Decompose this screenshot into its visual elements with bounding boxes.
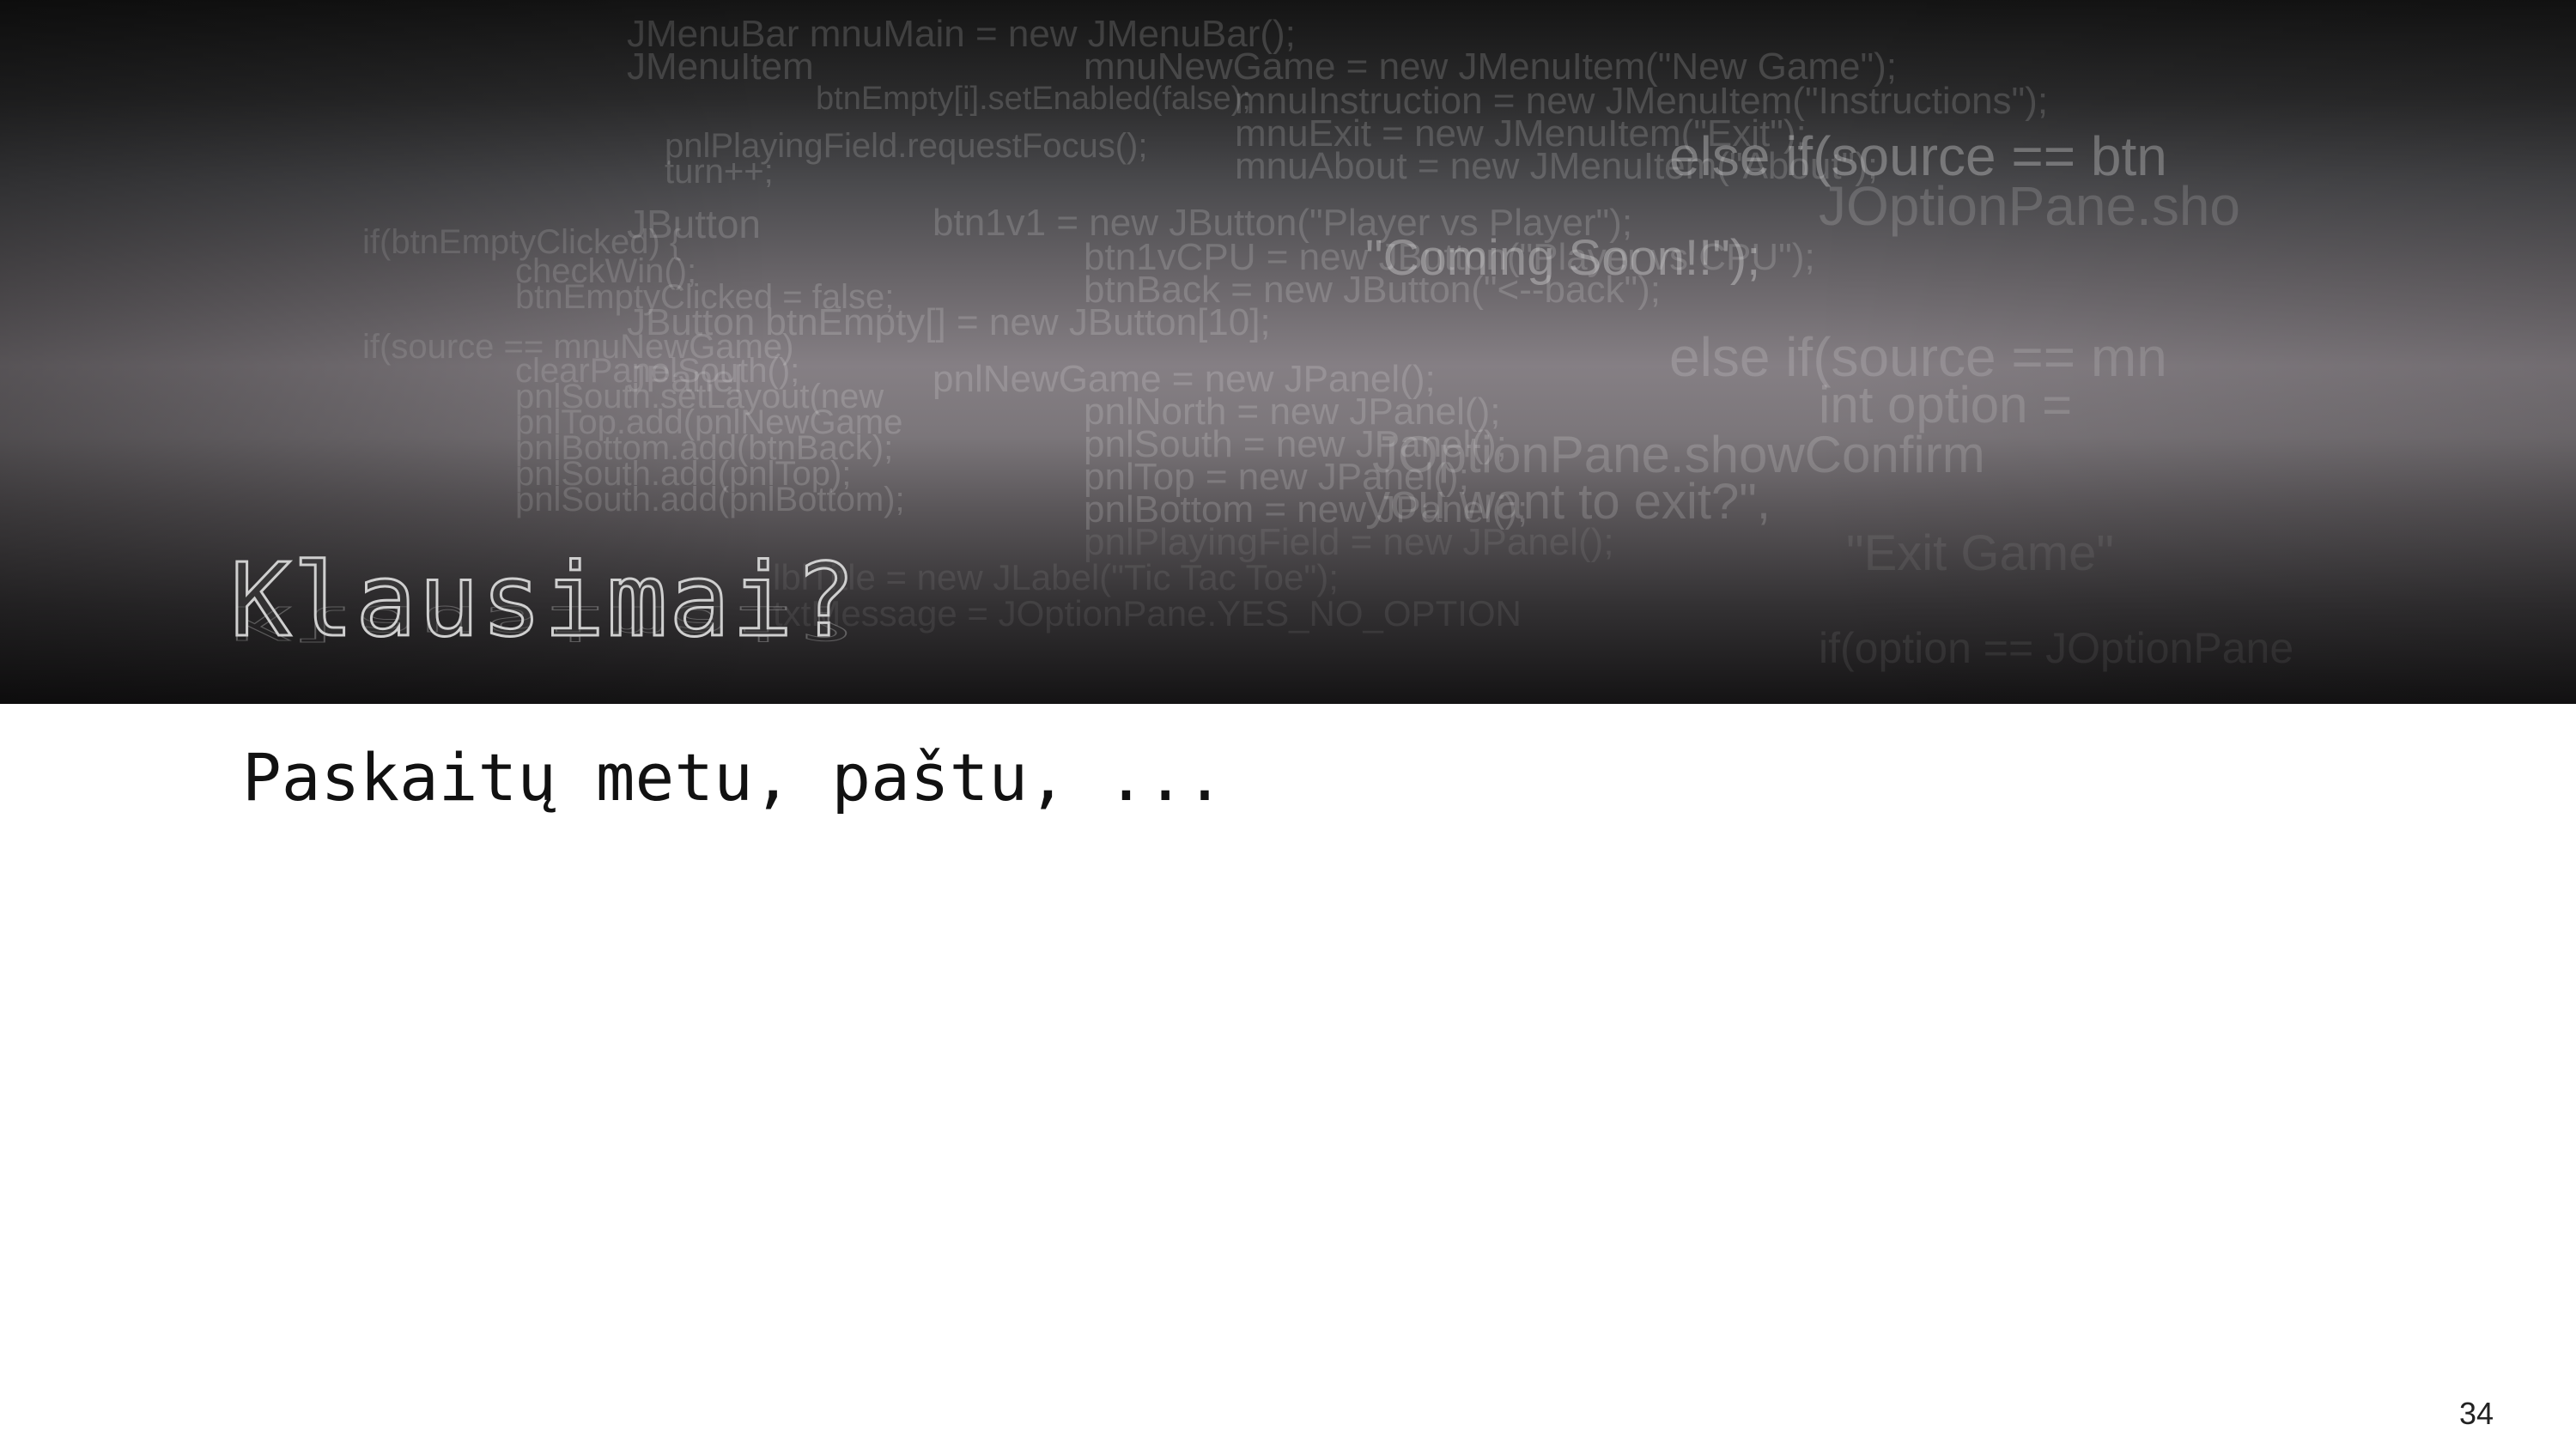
background-code-line: "Exit Game": [1846, 525, 2114, 581]
background-code-line: btnEmptyClicked = false;: [515, 278, 895, 316]
background-code-line: JOptionPane.sho: [1819, 175, 2240, 237]
slide-body-text: Paskaitų metu, paštu, ...: [242, 739, 1224, 815]
page-number: 34: [2458, 1396, 2494, 1431]
background-code-line: int option =: [1819, 376, 2073, 433]
background-code-line: pnlPlayingField = new JPanel();: [1084, 521, 1614, 563]
background-code-line: lblTitle = new JLabel("Tic Tac Toe");: [773, 557, 1339, 597]
header-banner: JMenuBar mnuMain = new JMenuBar(); JMenu…: [0, 0, 2576, 704]
background-code-line: turn++;: [665, 153, 774, 191]
background-code-line: if(option == JOptionPane: [1819, 624, 2294, 672]
slide: JMenuBar mnuMain = new JMenuBar(); JMenu…: [0, 0, 2576, 1449]
background-code-line: JMenuItem: [627, 45, 814, 88]
background-code-line: txtMessage = JOptionPane.YES_NO_OPTION: [773, 593, 1522, 634]
slide-title: Klausimai?: [228, 541, 858, 659]
background-code-line: pnlSouth.add(pnlBottom);: [515, 481, 905, 518]
background-code-line: btnEmpty[i].setEnabled(false);: [816, 81, 1251, 117]
